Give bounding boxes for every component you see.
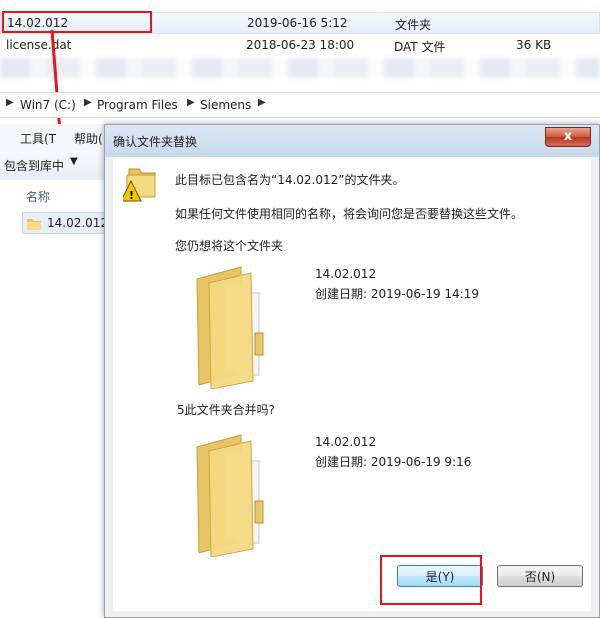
message-main: 此目标已包含名为“14.02.012”的文件夹。 <box>175 173 405 187</box>
include-in-library-button[interactable]: 包含到库中 <box>4 157 64 174</box>
incoming-folder-date: 创建日期: 2019-06-19 9:16 <box>315 455 472 469</box>
file-row-license[interactable]: license.dat 2018-06-23 18:00 DAT 文件 36 K… <box>0 35 600 57</box>
menu-tools[interactable]: 工具(T <box>20 130 56 147</box>
menu-bar: 工具(T 帮助( <box>0 124 110 150</box>
file-type: DAT 文件 <box>394 40 446 54</box>
chevron-right-icon: ▶ <box>6 97 14 108</box>
breadcrumb-program-files[interactable]: Program Files <box>97 98 178 112</box>
file-type: 文件夹 <box>395 18 432 32</box>
folder-open-icon <box>196 434 264 557</box>
blurred-row <box>0 58 600 78</box>
file-size: 36 KB <box>516 38 552 52</box>
folder-icon <box>27 219 41 230</box>
dialog-titlebar[interactable]: 确认文件夹替换 x <box>105 125 599 157</box>
breadcrumb-drive[interactable]: Win7 (C:) <box>20 98 76 112</box>
file-date: 2018-06-23 18:00 <box>246 38 355 52</box>
no-button[interactable]: 否(N) <box>497 565 583 587</box>
address-bar[interactable]: ▶ Win7 (C:) ▶ Program Files ▶ Siemens ▶ <box>0 92 600 118</box>
chevron-right-icon: ▶ <box>258 97 266 108</box>
explorer-content-pane: 名称 14.02.012 <box>0 180 110 618</box>
dialog-body: ! 此目标已包含名为“14.02.012”的文件夹。 如果任何文件使用相同的名称… <box>113 157 591 611</box>
existing-folder-name: 14.02.012 <box>315 267 377 281</box>
toolbar: 包含到库中 ▼ <box>0 150 110 181</box>
folder-item-label: 14.02.012 <box>47 216 109 230</box>
menu-help[interactable]: 帮助( <box>74 130 103 147</box>
chevron-right-icon: ▶ <box>84 97 92 108</box>
merge-question: 5此文件夹合并吗? <box>177 403 276 417</box>
file-date: 2019-06-16 5:12 <box>247 16 348 30</box>
message-question: 您仍想将这个文件夹 <box>175 239 284 253</box>
highlight-box-yes-button <box>380 555 482 605</box>
folder-item[interactable]: 14.02.012 <box>22 212 110 234</box>
dialog-title: 确认文件夹替换 <box>113 135 198 149</box>
dropdown-arrow-icon[interactable]: ▼ <box>70 156 78 167</box>
warning-folder-icon: ! <box>123 168 156 202</box>
breadcrumb-siemens[interactable]: Siemens <box>200 98 251 112</box>
chevron-right-icon: ▶ <box>187 97 195 108</box>
confirm-folder-replace-dialog: 确认文件夹替换 x ! 此目标已包含名为“14.02.012”的文件夹。 如果任… <box>104 124 600 618</box>
message-detail: 如果任何文件使用相同的名称，将会询问您是否要替换这些文件。 <box>175 207 524 221</box>
folder-open-icon <box>196 266 264 389</box>
existing-folder-date: 创建日期: 2019-06-19 14:19 <box>315 287 479 301</box>
close-button[interactable]: x <box>545 127 591 147</box>
column-header-name[interactable]: 名称 <box>26 188 50 205</box>
svg-text:!: ! <box>129 189 134 202</box>
incoming-folder-name: 14.02.012 <box>315 435 377 449</box>
